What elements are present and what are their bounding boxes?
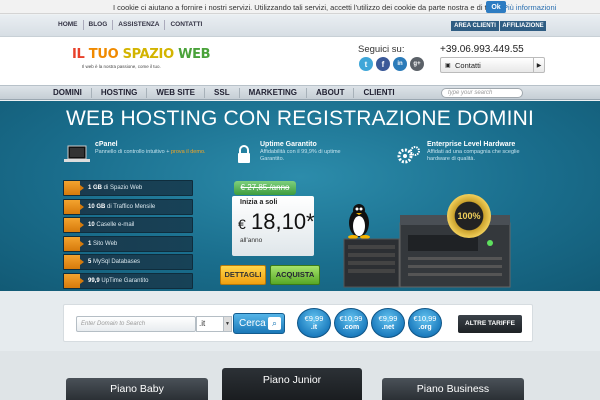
- menu-item-about[interactable]: ABOUT: [307, 88, 355, 98]
- gears-icon: [397, 146, 420, 164]
- cookie-bar: I cookie ci aiutano a fornire i nostri s…: [0, 0, 600, 14]
- menu-item-hosting[interactable]: HOSTING: [92, 88, 148, 98]
- plans-section: Piano Baby Piano Junior Piano Business: [0, 351, 600, 400]
- menu-item-website[interactable]: WEB SITE: [147, 88, 206, 98]
- menu-item-marketing[interactable]: MARKETING: [240, 88, 308, 98]
- menu-item-domini[interactable]: DOMINI: [44, 88, 92, 98]
- price-currency: €: [238, 216, 246, 232]
- contact-book-icon: ▣: [445, 63, 451, 69]
- top-nav-links: HOME BLOG ASSISTENZA CONTATTI: [53, 20, 207, 30]
- plan-business-tab[interactable]: Piano Business: [382, 378, 524, 400]
- buy-button[interactable]: ACQUISTA: [270, 265, 320, 285]
- search-icon: ⌕: [268, 317, 281, 330]
- tld-price-it[interactable]: €9,99 .it: [297, 308, 331, 338]
- plan-baby-tab[interactable]: Piano Baby: [66, 378, 208, 400]
- domain-search-label: Cerca: [239, 318, 266, 329]
- feature-uptime: Uptime Garantito Affidabilità con il 99,…: [260, 141, 360, 163]
- tld-select-value: .it: [199, 319, 206, 328]
- plan-feature-item: 10 GB di Traffico Mensile: [63, 198, 193, 215]
- contact-label: Contatti: [455, 61, 481, 70]
- logo[interactable]: IL TUO SPAZIO WEB Il web è la nostra pas…: [72, 47, 211, 69]
- feature-hardware-desc: Affidati ad una compagnia che sceglie ha…: [427, 149, 520, 162]
- price-card: Inizia a soli € 18,10* all'anno: [232, 196, 315, 256]
- guarantee-badge: 100%: [447, 194, 491, 238]
- main-menu: DOMINI HOSTING WEB SITE SSL MARKETING AB…: [0, 85, 600, 100]
- tld-select[interactable]: .it ▼: [196, 316, 232, 332]
- servers-illustration: [343, 215, 511, 288]
- logo-tagline: Il web è la nostra passione, come il tuo…: [82, 64, 161, 69]
- tld-price-net[interactable]: €9,99 .net: [371, 308, 405, 338]
- contact-dropdown[interactable]: ▣ Contatti ▶: [440, 57, 545, 73]
- plan-feature-list: 1 GB di Spazio Web 10 GB di Traffico Men…: [63, 180, 193, 292]
- feature-hardware: Enterprise Level Hardware Affidati ad un…: [427, 141, 537, 163]
- top-nav: HOME BLOG ASSISTENZA CONTATTI AREA CLIEN…: [0, 15, 600, 37]
- details-button[interactable]: DETTAGLI: [220, 265, 266, 285]
- plan-feature-item: 1 Sito Web: [63, 235, 193, 252]
- top-nav-assistenza[interactable]: ASSISTENZA: [113, 20, 166, 30]
- more-rates-button[interactable]: ALTRE TARIFFE: [458, 315, 522, 333]
- top-nav-blog[interactable]: BLOG: [84, 20, 114, 30]
- facebook-icon[interactable]: f: [376, 57, 390, 71]
- price-period: all'anno: [240, 237, 263, 244]
- cookie-text: I cookie ci aiutano a fornire i nostri s…: [113, 3, 501, 12]
- area-clienti-button[interactable]: AREA CLIENTI: [451, 21, 499, 31]
- plan-junior-tab[interactable]: Piano Junior: [222, 368, 362, 400]
- feature-cpanel-desc: Pannello di controllo intuitivo + prova …: [95, 149, 206, 155]
- chevron-down-icon: ▼: [223, 317, 231, 331]
- phone-number: +39.06.993.449.55: [440, 44, 524, 55]
- search-input[interactable]: type your search: [441, 88, 523, 98]
- header: IL TUO SPAZIO WEB Il web è la nostra pas…: [0, 37, 600, 85]
- feature-uptime-title: Uptime Garantito: [260, 141, 317, 148]
- tld-price-com[interactable]: €10,99 .com: [334, 308, 368, 338]
- top-nav-home[interactable]: HOME: [53, 20, 84, 30]
- plan-feature-item: 1 GB di Spazio Web: [63, 180, 193, 196]
- plan-feature-item: 99,9 UpTime Garantito: [63, 272, 193, 289]
- hero-title: WEB HOSTING CON REGISTRAZIONE DOMINI: [65, 107, 535, 130]
- domain-search-strip: Enter Domain to Search .it ▼ Cerca ⌕ €9,…: [0, 291, 600, 351]
- logo-text: IL TUO SPAZIO WEB: [72, 47, 211, 62]
- tld-price-org[interactable]: €10,99 .org: [408, 308, 442, 338]
- menu-item-ssl[interactable]: SSL: [205, 88, 240, 98]
- domain-search-input[interactable]: Enter Domain to Search: [76, 316, 196, 332]
- chevron-right-icon: ▶: [533, 58, 544, 72]
- main-menu-items: DOMINI HOSTING WEB SITE SSL MARKETING AB…: [44, 88, 404, 98]
- domain-search-button[interactable]: Cerca ⌕: [233, 313, 285, 334]
- cookie-more-link[interactable]: Più informazioni: [503, 3, 556, 12]
- affiliazione-button[interactable]: AFFILIAZIONE: [500, 21, 546, 31]
- plan-feature-item: 10 Caselle e-mail: [63, 217, 193, 234]
- feature-hardware-title: Enterprise Level Hardware: [427, 141, 516, 148]
- hero-banner: WEB HOSTING CON REGISTRAZIONE DOMINI cPa…: [0, 101, 600, 291]
- plan-feature-item: 5 MySql Databases: [63, 254, 193, 271]
- follow-label: Seguici su:: [358, 44, 405, 55]
- feature-cpanel-title: cPanel: [95, 141, 118, 148]
- lock-icon: [238, 145, 250, 163]
- linkedin-icon[interactable]: in: [393, 57, 407, 71]
- feature-uptime-desc: Affidabilità con il 99,9% di uptime Gara…: [260, 149, 341, 162]
- guarantee-badge-text: 100%: [457, 211, 481, 221]
- domain-search-panel: Enter Domain to Search .it ▼ Cerca ⌕ €9,…: [63, 304, 533, 342]
- price-intro: Inizia a soli: [240, 199, 278, 206]
- top-nav-contatti[interactable]: CONTATTI: [165, 20, 207, 30]
- menu-item-clienti[interactable]: CLIENTI: [354, 88, 403, 98]
- cookie-ok-button[interactable]: Ok: [486, 1, 506, 13]
- price-amount: 18,10*: [251, 209, 315, 234]
- old-price: € 27,85 /anno: [234, 181, 296, 195]
- googleplus-icon[interactable]: g+: [410, 57, 424, 71]
- laptop-icon: [64, 145, 90, 162]
- social-icons: t f in g+: [359, 57, 424, 71]
- twitter-icon[interactable]: t: [359, 57, 373, 71]
- demo-link[interactable]: prova il demo.: [171, 149, 206, 155]
- feature-cpanel: cPanel Pannello di controllo intuitivo +…: [95, 141, 225, 156]
